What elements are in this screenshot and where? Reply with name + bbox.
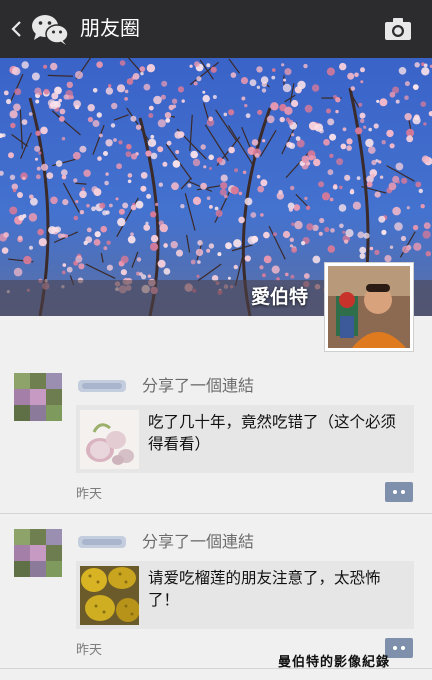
profile-avatar-image[interactable]: [324, 262, 414, 352]
shared-link-label: 分享了一個連結: [142, 532, 255, 551]
watermark: 曼伯特的影像紀錄: [278, 655, 391, 670]
friend-avatar-image[interactable]: [14, 373, 62, 421]
garlic-thumbnail: [80, 410, 139, 469]
link-title: 吃了几十年，竟然吃错了（这个必须得看看）: [148, 413, 397, 453]
profile-name[interactable]: 愛伯特: [251, 282, 308, 309]
top-bar: 朋友圈: [0, 0, 432, 58]
shared-link-label: 分享了一個連結: [142, 376, 255, 395]
chevron-left-icon[interactable]: [10, 17, 24, 41]
post-time: 昨天: [76, 643, 103, 658]
blurred-username[interactable]: [76, 533, 128, 551]
friend-avatar-image[interactable]: [14, 529, 62, 577]
divider: [0, 513, 432, 514]
wechat-logo-icon: [32, 15, 69, 45]
link-card[interactable]: 请爱吃榴莲的朋友注意了，太恐怖了！: [76, 561, 414, 629]
link-card[interactable]: 吃了几十年，竟然吃错了（这个必须得看看）: [76, 405, 414, 473]
camera-icon[interactable]: [384, 16, 412, 42]
blurred-username[interactable]: [76, 377, 128, 395]
link-title: 请爱吃榴莲的朋友注意了，太恐怖了！: [148, 569, 381, 609]
post-time: 昨天: [76, 487, 103, 502]
comment-bubble-icon[interactable]: [385, 482, 413, 502]
page-title: 朋友圈: [80, 16, 140, 40]
durian-thumbnail: [80, 566, 139, 625]
